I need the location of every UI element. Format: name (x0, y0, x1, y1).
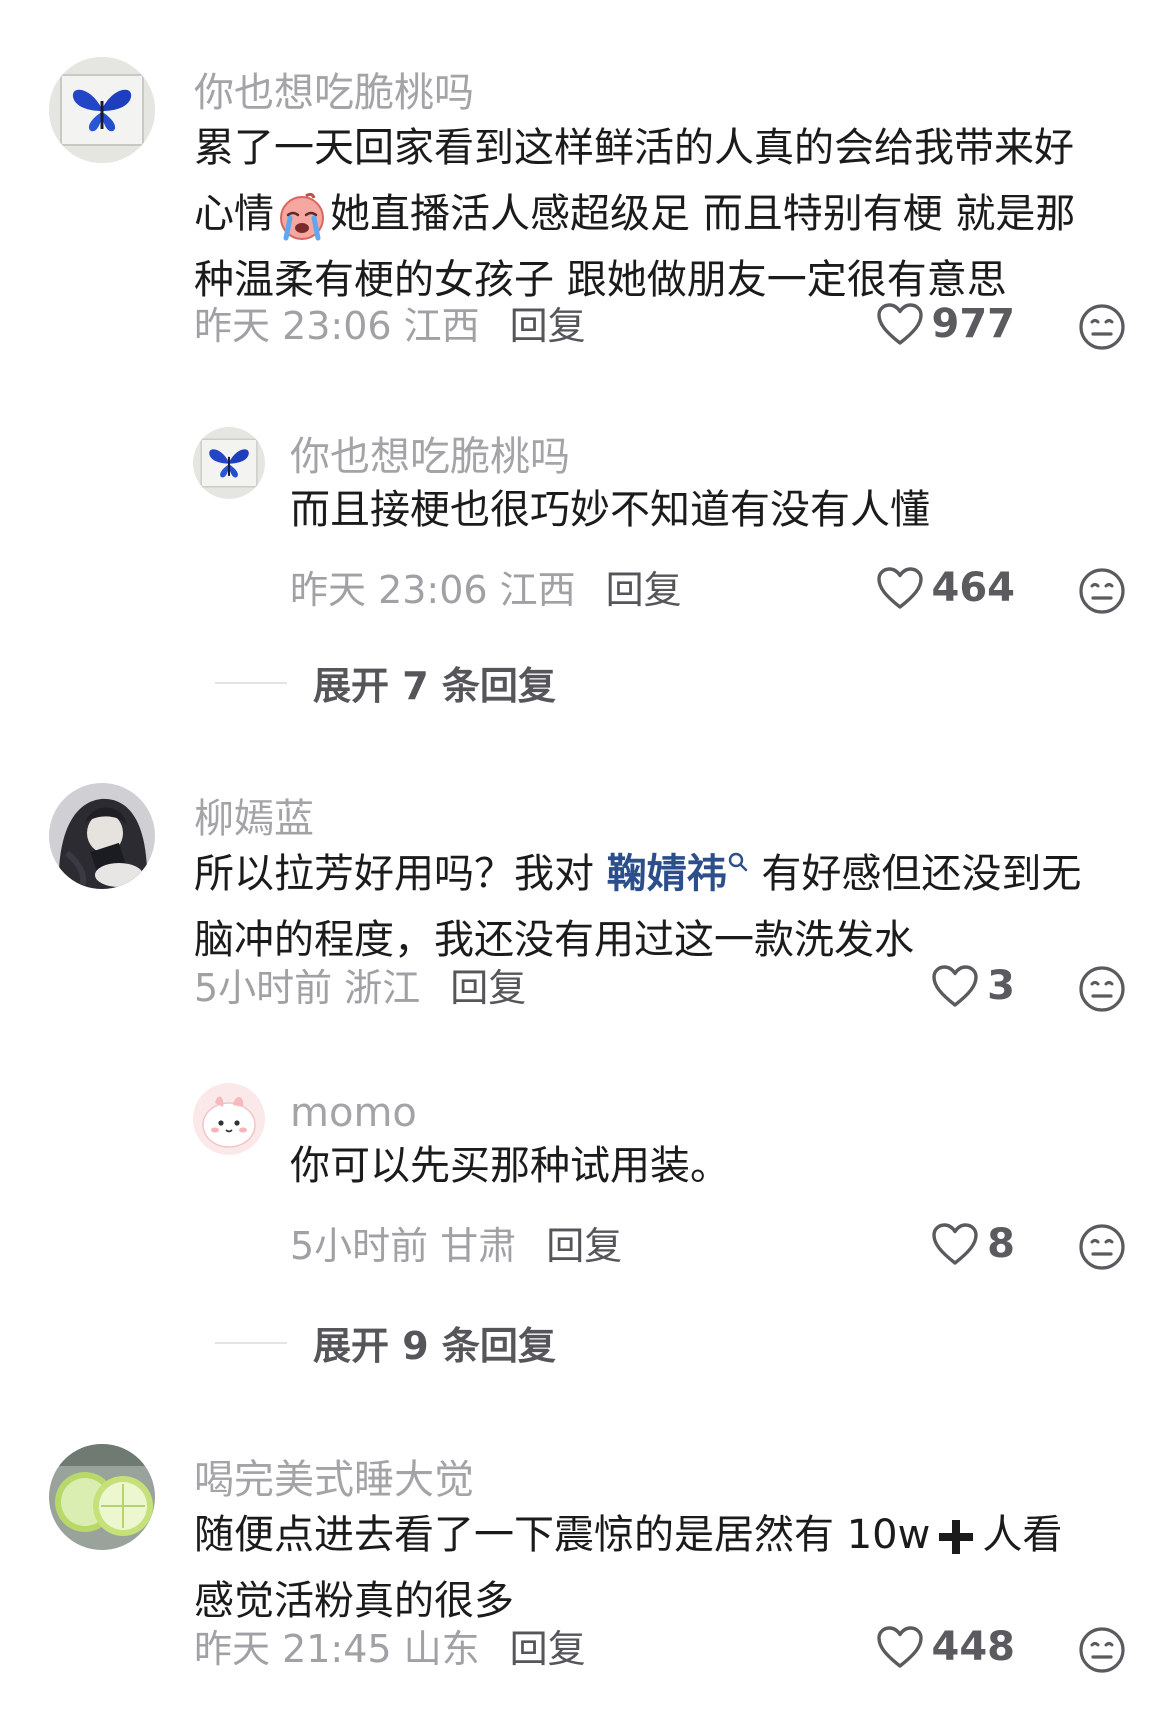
like-count: 448 (931, 1624, 1016, 1670)
location: 江西 (499, 568, 576, 612)
like-button[interactable]: 8 (931, 1221, 1015, 1267)
comment-text-line: 累了一天回家看到这样鲜活的人真的会给我带来好 (194, 125, 1074, 171)
comment-text-line: 所以拉芳好用吗？我对 鞠婧祎 有好感但还没到无 (194, 841, 1081, 907)
location: 江西 (403, 304, 480, 348)
expand-replies-label: 展开 7 条回复 (313, 664, 556, 708)
pink-bunny-avatar-icon (193, 1083, 265, 1155)
butterfly-avatar-icon (49, 57, 155, 163)
reply-item: 你也想吃脆桃吗 而且接梗也很巧妙不知道有没有人懂 昨天 23:06 江西 回复 46… (0, 427, 1170, 627)
mention-link[interactable]: 鞠婧祎 (607, 851, 749, 897)
timestamp: 昨天 21:45 (194, 1627, 392, 1671)
like-button[interactable]: 464 (876, 565, 1016, 611)
timestamp: 昨天 23:06 (194, 304, 392, 348)
search-icon (728, 852, 747, 871)
user-avatar[interactable] (49, 783, 155, 889)
expand-replies-button[interactable]: 展开 7 条回复 (215, 655, 556, 710)
like-button[interactable]: 3 (931, 963, 1015, 1009)
comment-item: 喝完美式睡大觉 随便点进去看了一下震惊的是居然有 10w 人看 感觉活粉真的很多 … (0, 1444, 1170, 1724)
like-count: 3 (987, 963, 1015, 1009)
reply-text: 而且接梗也很巧妙不知道有没有人懂 (290, 487, 930, 533)
reply-text: 你可以先买那种试用装。 (290, 1143, 730, 1189)
reply-button[interactable]: 回复 (546, 1224, 622, 1268)
timestamp: 5小时前 (194, 966, 333, 1010)
lime-slice-avatar-icon (49, 1444, 155, 1550)
reply-button[interactable]: 回复 (606, 568, 682, 612)
like-button[interactable]: 448 (876, 1624, 1016, 1670)
divider-line (215, 1341, 287, 1344)
like-count: 8 (987, 1221, 1015, 1267)
user-avatar[interactable] (193, 1083, 265, 1155)
plus-icon (939, 1520, 974, 1554)
comment-text-fragment: 随便点进去看了一下震惊的是居然有 10w (194, 1512, 931, 1558)
username[interactable]: momo (290, 1093, 417, 1133)
heart-icon (876, 566, 924, 610)
reply-meta: 昨天 23:06 江西 回复 (290, 571, 682, 609)
comment-text-fragment: 人看 (982, 1512, 1063, 1558)
comment-text-line: 随便点进去看了一下震惊的是居然有 10w 人看 (194, 1502, 1062, 1568)
comment-meta: 5小时前 浙江 回复 (194, 969, 526, 1007)
expand-replies-label: 展开 9 条回复 (313, 1324, 556, 1368)
like-button[interactable]: 977 (876, 301, 1016, 347)
comment-text: 随便点进去看了一下震惊的是居然有 10w 人看 感觉活粉真的很多 (194, 1502, 1062, 1634)
comment-meta: 昨天 23:06 江西 回复 (194, 307, 586, 345)
username[interactable]: 柳嫣蓝 (194, 799, 314, 839)
username[interactable]: 喝完美式睡大觉 (194, 1460, 474, 1500)
user-avatar[interactable] (49, 57, 155, 163)
reply-meta: 5小时前 甘肃 回复 (290, 1227, 622, 1265)
butterfly-avatar-icon (193, 427, 265, 499)
heart-icon (876, 1625, 924, 1669)
comment-text-line: 心情 她直播活人感超级足 而且特别有梗 就是那 (194, 181, 1075, 247)
comment-item: 柳嫣蓝 所以拉芳好用吗？我对 鞠婧祎 有好感但还没到无 脑冲的程度，我还没有用过… (0, 783, 1170, 1383)
divider-line (215, 681, 287, 684)
neutral-face-icon[interactable] (1078, 567, 1126, 615)
reply-button[interactable]: 回复 (450, 966, 526, 1010)
location: 山东 (403, 1627, 480, 1671)
heart-icon (876, 302, 924, 346)
neutral-face-icon[interactable] (1078, 303, 1126, 351)
location: 甘肃 (440, 1224, 517, 1268)
comment-text-fragment: 她直播活人感超级足 而且特别有梗 就是那 (330, 191, 1076, 237)
neutral-face-icon[interactable] (1078, 1626, 1126, 1674)
crying-emoji-icon (280, 192, 324, 241)
heart-icon (931, 1222, 979, 1266)
anime-girl-avatar-icon (49, 783, 155, 889)
reply-item: momo 你可以先买那种试用装。 5小时前 甘肃 回复 8 (0, 1083, 1170, 1283)
comment-text-fragment: 有好感但还没到无 (748, 851, 1082, 897)
comment-text-fragment: 所以拉芳好用吗？我对 (194, 851, 607, 897)
neutral-face-icon[interactable] (1078, 965, 1126, 1013)
username[interactable]: 你也想吃脆桃吗 (194, 73, 474, 113)
location: 浙江 (344, 966, 421, 1010)
user-avatar[interactable] (193, 427, 265, 499)
comment-item: 你也想吃脆桃吗 累了一天回家看到这样鲜活的人真的会给我带来好 心情 她直播活人感超… (0, 57, 1170, 708)
like-count: 977 (931, 301, 1016, 347)
reply-button[interactable]: 回复 (510, 1627, 586, 1671)
heart-icon (931, 964, 979, 1008)
mention-text: 鞠婧祎 (606, 851, 727, 897)
comment-text: 累了一天回家看到这样鲜活的人真的会给我带来好 心情 她直播活人感超级足 而且特别有… (194, 115, 1075, 313)
timestamp: 5小时前 (290, 1224, 429, 1268)
comment-text: 所以拉芳好用吗？我对 鞠婧祎 有好感但还没到无 脑冲的程度，我还没有用过这一款洗… (194, 841, 1081, 973)
timestamp: 昨天 23:06 (290, 568, 488, 612)
username[interactable]: 你也想吃脆桃吗 (290, 437, 570, 477)
reply-button[interactable]: 回复 (510, 304, 586, 348)
expand-replies-button[interactable]: 展开 9 条回复 (215, 1315, 556, 1370)
comment-text-fragment: 心情 (194, 191, 274, 237)
neutral-face-icon[interactable] (1078, 1223, 1126, 1271)
user-avatar[interactable] (49, 1444, 155, 1550)
comment-meta: 昨天 21:45 山东 回复 (194, 1630, 586, 1668)
like-count: 464 (931, 565, 1016, 611)
